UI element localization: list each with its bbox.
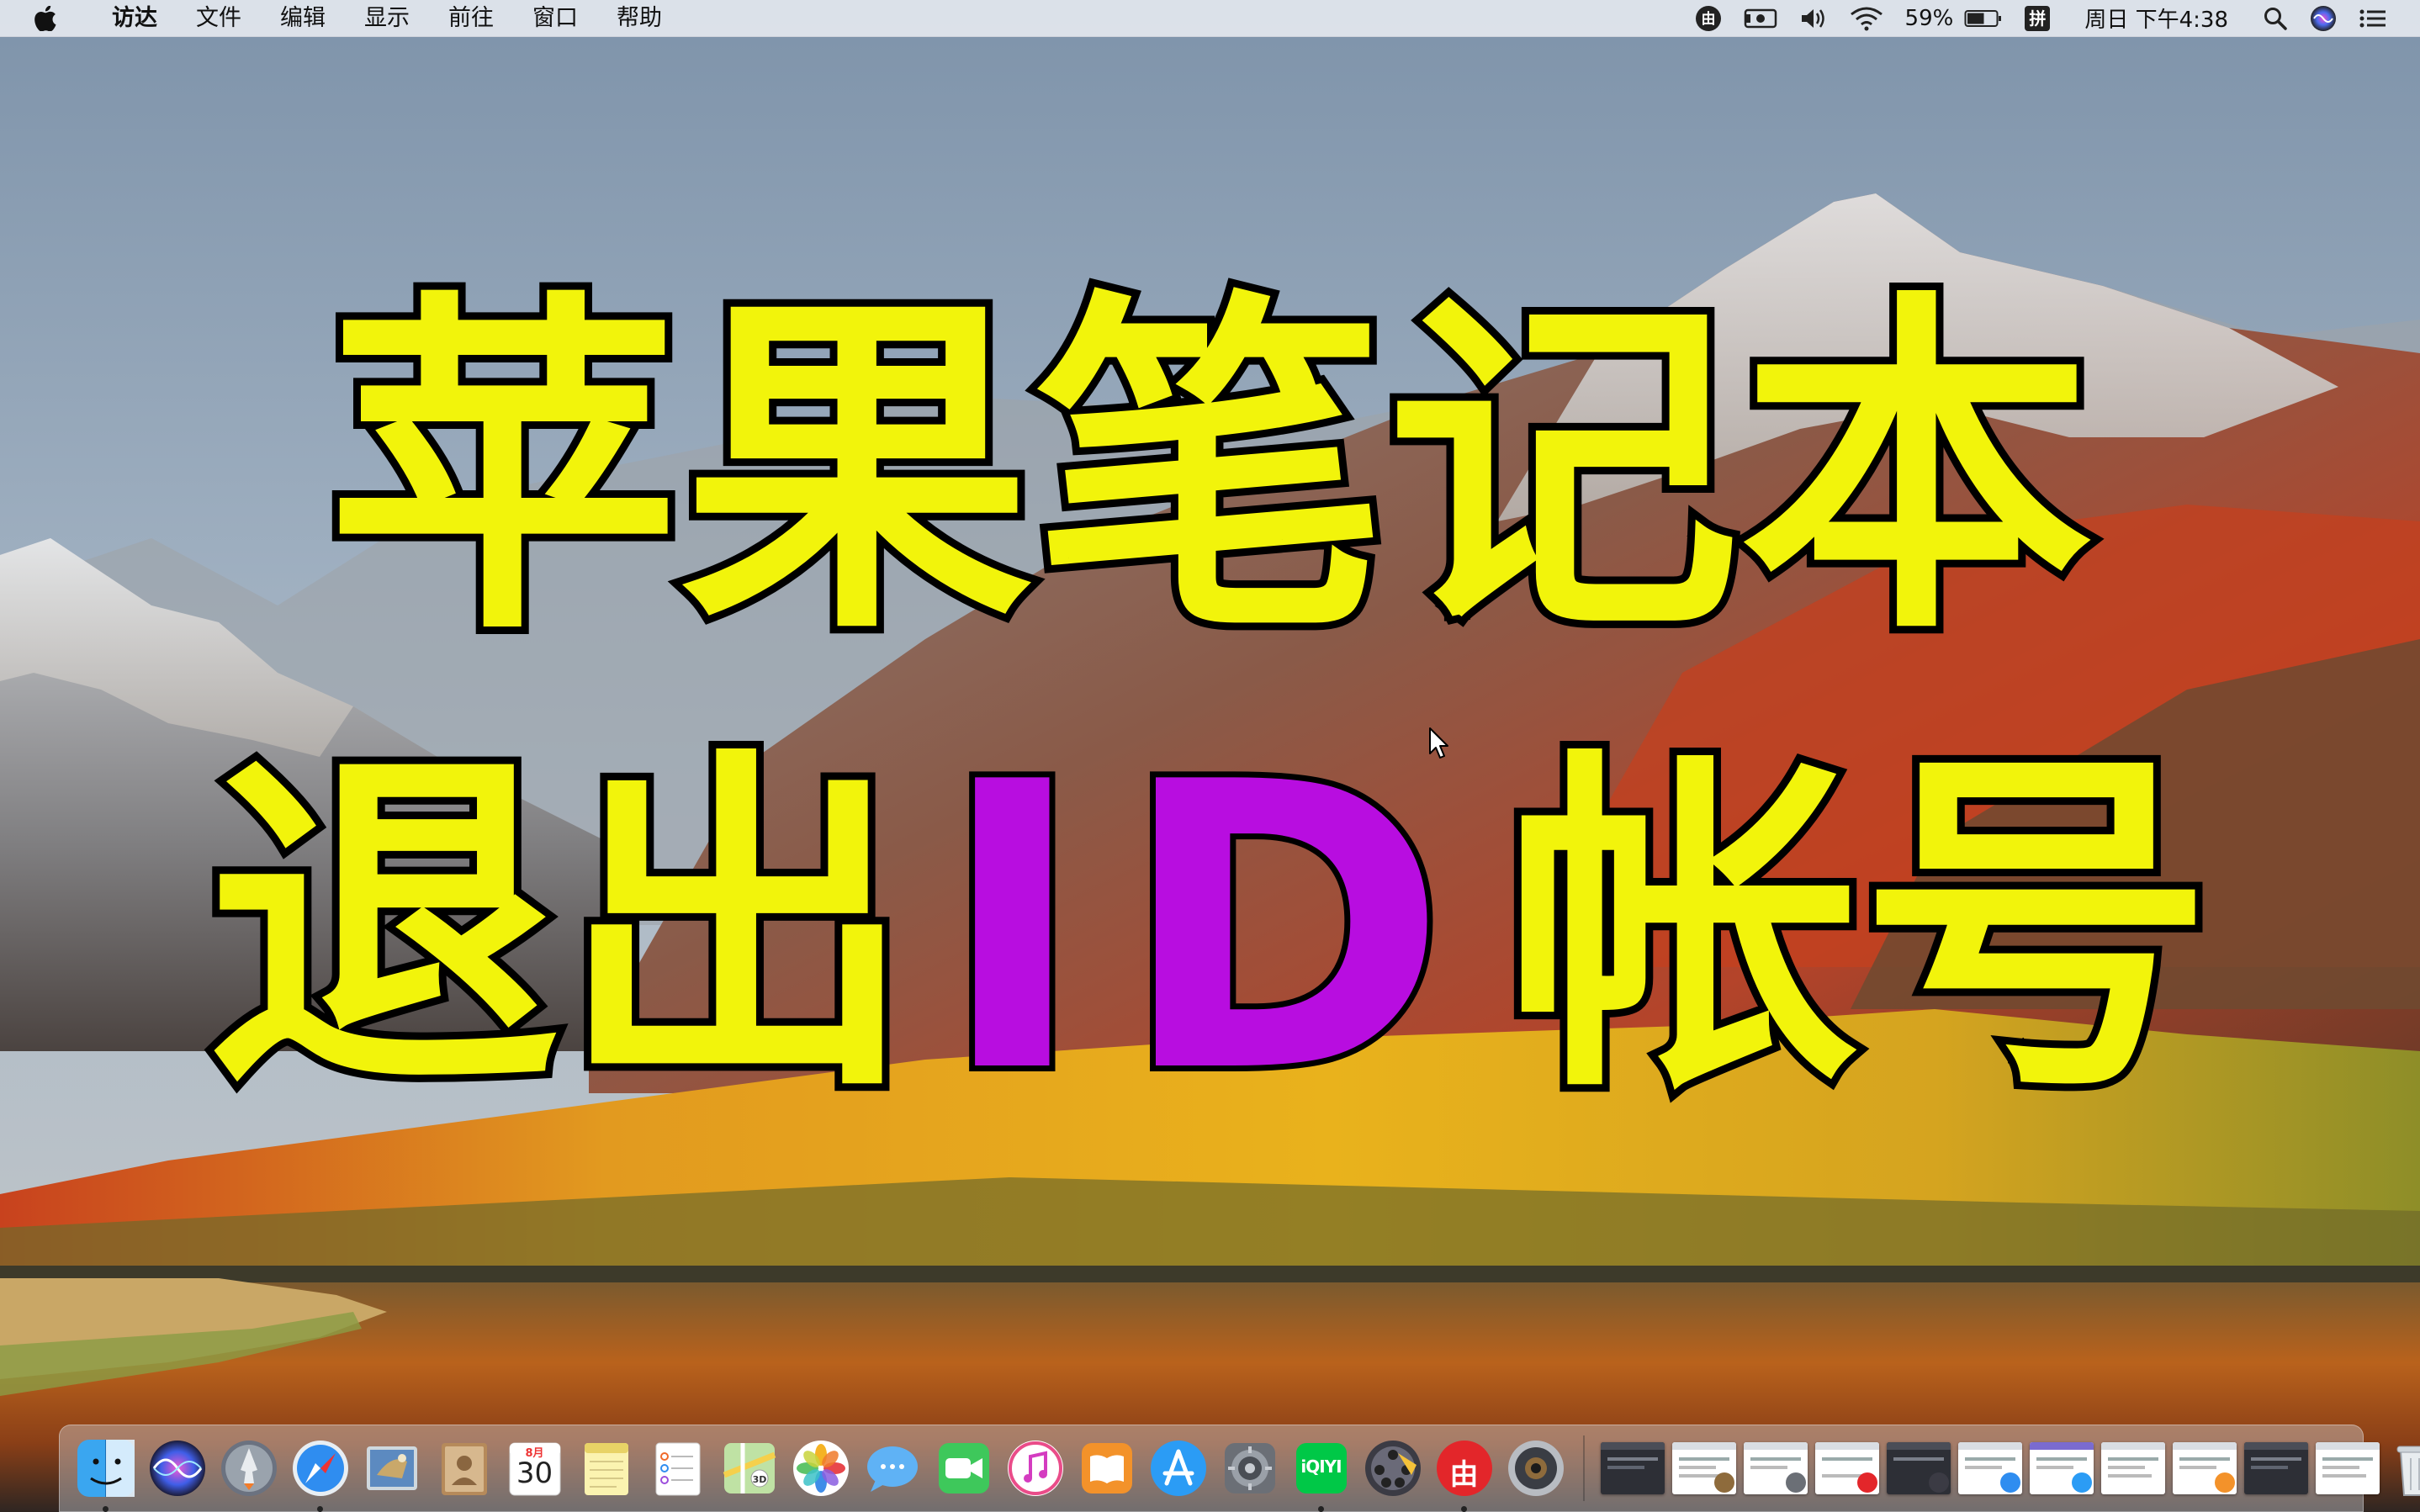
running-indicator bbox=[102, 1506, 109, 1512]
trash-icon[interactable] bbox=[2387, 1436, 2420, 1500]
dock-separator bbox=[1583, 1435, 1585, 1501]
iqiyi-label: iQIYI bbox=[1300, 1456, 1342, 1477]
minimized-window[interactable] bbox=[2100, 1442, 2165, 1494]
calendar-day-label: 30 bbox=[516, 1456, 553, 1490]
search-icon[interactable] bbox=[2252, 0, 2299, 37]
itunes-icon[interactable] bbox=[1003, 1436, 1067, 1500]
overlay-subtitle-highlight: ID bbox=[933, 699, 1481, 1159]
photos-icon[interactable] bbox=[789, 1436, 853, 1500]
mouse-cursor-icon bbox=[1429, 727, 1448, 759]
minimized-window[interactable] bbox=[2029, 1442, 2094, 1494]
minimized-window[interactable] bbox=[2315, 1442, 2380, 1494]
calendar-icon[interactable]: 8月 30 bbox=[503, 1436, 567, 1500]
menu-go[interactable]: 前往 bbox=[429, 0, 513, 37]
notes-icon[interactable] bbox=[575, 1436, 638, 1500]
siri-icon[interactable] bbox=[2299, 0, 2348, 37]
running-indicator bbox=[1317, 1506, 1324, 1512]
system-preferences-icon[interactable] bbox=[1218, 1436, 1282, 1500]
safari-icon[interactable] bbox=[289, 1436, 352, 1512]
menu-edit[interactable]: 编辑 bbox=[261, 0, 345, 37]
running-indicator bbox=[316, 1506, 323, 1512]
app-store-icon[interactable] bbox=[1146, 1436, 1210, 1500]
facetime-icon[interactable] bbox=[932, 1436, 996, 1500]
youdao-dict-label: 由 bbox=[1449, 1458, 1479, 1492]
svg-text:3D: 3D bbox=[752, 1474, 766, 1485]
list-icon[interactable] bbox=[2348, 0, 2398, 37]
youdao-dict-icon[interactable]: 由 bbox=[1432, 1436, 1496, 1512]
running-indicator bbox=[1460, 1506, 1467, 1512]
minimized-window[interactable] bbox=[1671, 1442, 1736, 1494]
input-method-icon[interactable]: 拼 bbox=[2014, 0, 2061, 37]
menu-app-finder[interactable]: 访达 bbox=[93, 0, 177, 37]
battery-icon[interactable] bbox=[1964, 0, 2014, 37]
overlay-subtitle-prefix: 退出 bbox=[199, 723, 921, 1134]
menu-help[interactable]: 帮助 bbox=[597, 0, 681, 37]
ibooks-icon[interactable] bbox=[1075, 1436, 1139, 1500]
menu-file[interactable]: 文件 bbox=[177, 0, 261, 37]
iqiyi-icon[interactable]: iQIYI bbox=[1289, 1436, 1353, 1512]
contacts-icon[interactable] bbox=[432, 1436, 495, 1500]
overlay-subtitle-suffix: 帐号 bbox=[1499, 723, 2221, 1134]
messages-icon[interactable] bbox=[861, 1436, 924, 1500]
camera-icon[interactable] bbox=[1733, 0, 1788, 37]
minimized-window[interactable] bbox=[1814, 1442, 1879, 1494]
overlay-title-line-2: 退出 ID 帐号 bbox=[0, 699, 2420, 1159]
minimized-window[interactable] bbox=[2172, 1442, 2237, 1494]
menu-view[interactable]: 显示 bbox=[345, 0, 429, 37]
svg-text:由: 由 bbox=[1701, 10, 1715, 28]
menu-bar: 访达 文件 编辑 显示 前往 窗口 帮助 由 59% 拼 周日 下午4:38 bbox=[0, 0, 2420, 37]
input-method-label: 拼 bbox=[2025, 5, 2051, 31]
minimized-window[interactable] bbox=[2243, 1442, 2308, 1494]
minimized-window[interactable] bbox=[1743, 1442, 1808, 1494]
video-editor-icon[interactable] bbox=[1361, 1436, 1425, 1500]
siri-icon[interactable] bbox=[146, 1436, 209, 1500]
wifi-icon[interactable] bbox=[1839, 0, 1894, 37]
maps-icon[interactable]: 3D bbox=[718, 1436, 781, 1500]
dock: 8月 30 3D iQIYI 由 bbox=[59, 1425, 2420, 1512]
apple-logo-icon[interactable] bbox=[30, 0, 61, 37]
battery-percent: 59% bbox=[1904, 5, 1954, 31]
launchpad-icon[interactable] bbox=[217, 1436, 281, 1500]
menu-window[interactable]: 窗口 bbox=[513, 0, 597, 37]
minimized-window[interactable] bbox=[1957, 1442, 2022, 1494]
youdao-icon[interactable]: 由 bbox=[1684, 0, 1733, 37]
overlay-title-text: 苹果笔记本 bbox=[320, 265, 2101, 676]
finder-icon[interactable] bbox=[74, 1436, 138, 1512]
minimized-window[interactable] bbox=[1886, 1442, 1951, 1494]
overlay-title-line-1: 苹果笔记本 bbox=[0, 265, 2420, 676]
minimized-window[interactable] bbox=[1600, 1442, 1665, 1494]
mail-icon[interactable] bbox=[360, 1436, 424, 1500]
menu-clock[interactable]: 周日 下午4:38 bbox=[2061, 0, 2252, 37]
speaker-icon[interactable] bbox=[1788, 0, 1839, 37]
screen-recorder-icon[interactable] bbox=[1504, 1436, 1568, 1500]
reminders-icon[interactable] bbox=[646, 1436, 710, 1500]
